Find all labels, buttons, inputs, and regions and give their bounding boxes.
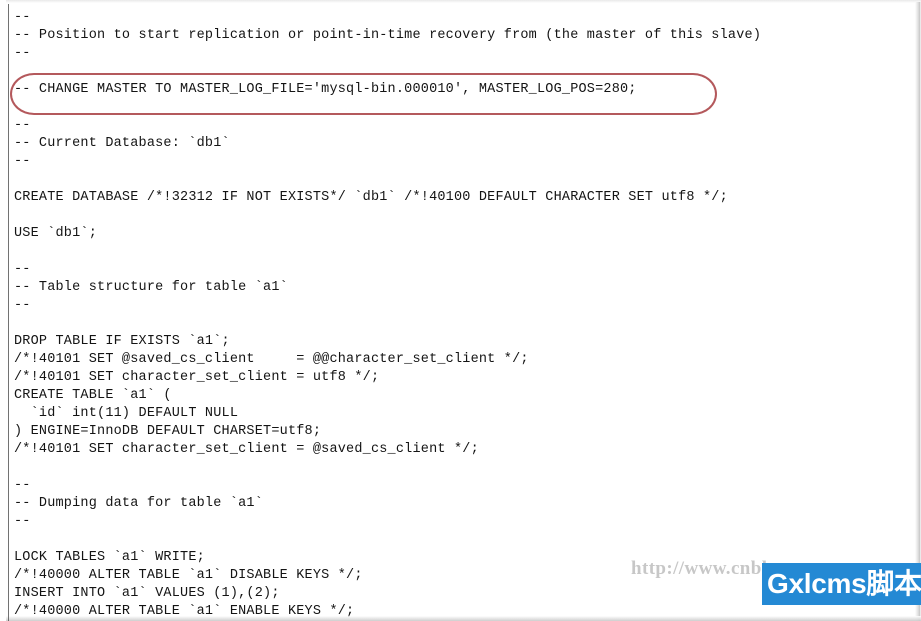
code-line: `id` int(11) DEFAULT NULL bbox=[14, 406, 239, 421]
code-line: -- Dumping data for table `a1` bbox=[14, 496, 264, 511]
watermark-url-text: http://www.cnbl bbox=[631, 558, 768, 579]
watermark-badge: Gxlcms脚本 bbox=[762, 563, 921, 605]
code-line: -- Position to start replication or poin… bbox=[14, 28, 762, 43]
code-line: /*!40101 SET character_set_client = @sav… bbox=[14, 442, 479, 457]
code-line: -- bbox=[14, 46, 31, 61]
panel-top-edge bbox=[6, 0, 921, 3]
code-line: -- Table structure for table `a1` bbox=[14, 280, 288, 295]
code-line: /*!40101 SET @saved_cs_client = @@charac… bbox=[14, 352, 529, 367]
code-line: ) ENGINE=InnoDB DEFAULT CHARSET=utf8; bbox=[14, 424, 322, 439]
code-line: DROP TABLE IF EXISTS `a1`; bbox=[14, 334, 230, 349]
code-line: -- bbox=[14, 514, 31, 529]
code-line: -- bbox=[14, 10, 31, 25]
code-line: -- bbox=[14, 298, 31, 313]
left-gutter-rule bbox=[8, 4, 9, 621]
code-line: -- CHANGE MASTER TO MASTER_LOG_FILE='mys… bbox=[14, 82, 637, 97]
sql-dump-code-block: -- -- Position to start replication or po… bbox=[14, 9, 914, 621]
panel-right-shadow bbox=[915, 2, 921, 621]
code-line: /*!40000 ALTER TABLE `a1` ENABLE KEYS */… bbox=[14, 604, 355, 619]
code-line: -- bbox=[14, 118, 31, 133]
code-line: /*!40101 SET character_set_client = utf8… bbox=[14, 370, 380, 385]
watermark-badge-label: Gxlcms脚本 bbox=[767, 568, 921, 599]
screenshot-root: -- -- Position to start replication or po… bbox=[0, 0, 921, 621]
code-line: -- bbox=[14, 262, 31, 277]
code-line: USE `db1`; bbox=[14, 226, 98, 241]
code-line: CREATE TABLE `a1` ( bbox=[14, 388, 172, 403]
code-line: -- bbox=[14, 478, 31, 493]
code-line: -- Current Database: `db1` bbox=[14, 136, 230, 151]
code-line: -- bbox=[14, 154, 31, 169]
code-line: CREATE DATABASE /*!32312 IF NOT EXISTS*/… bbox=[14, 190, 728, 205]
